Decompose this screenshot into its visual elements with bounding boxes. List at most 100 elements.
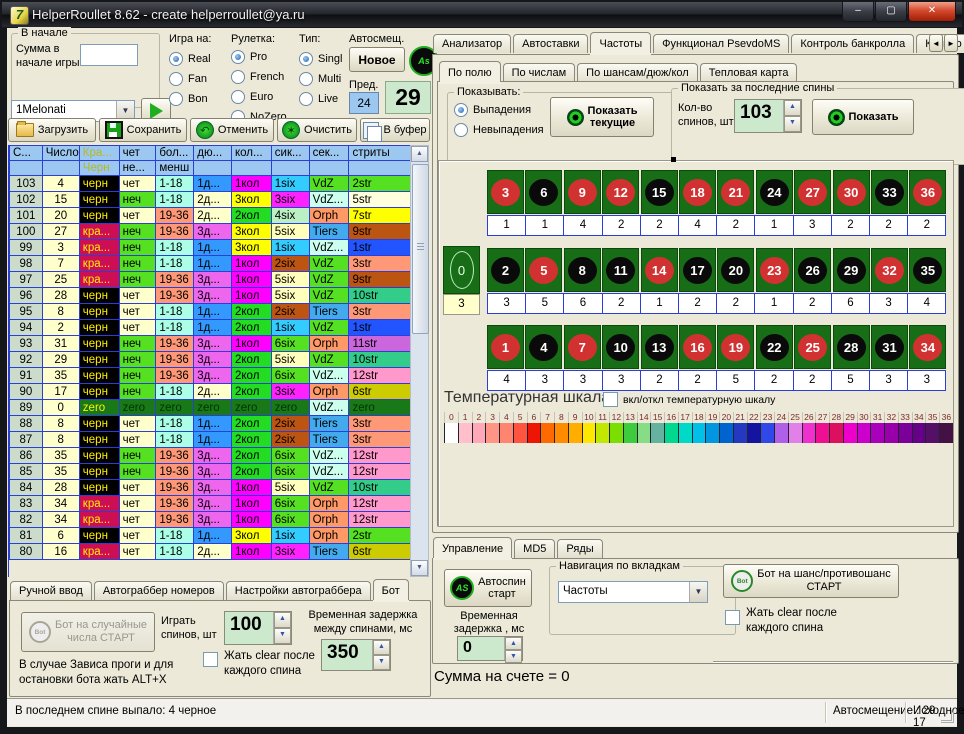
tab-анализатор[interactable]: Анализатор xyxy=(433,34,511,53)
title-bar[interactable]: 7 HelperRoullet 8.62 - create helperroul… xyxy=(2,2,962,27)
table-header[interactable]: Черн xyxy=(79,161,119,176)
spin-count-value[interactable]: 103 xyxy=(735,100,783,132)
tab-контроль-банкролла[interactable]: Контроль банкролла xyxy=(791,34,914,53)
subtab-по-полю[interactable]: По полю xyxy=(439,61,501,82)
resize-grip[interactable] xyxy=(941,710,954,723)
radio-icon[interactable] xyxy=(169,72,183,86)
tab-scroll-left-icon[interactable]: ◄ xyxy=(929,34,943,52)
copy-to-buffer-button[interactable]: В буфер xyxy=(360,118,430,142)
table-header[interactable] xyxy=(42,161,79,176)
type-multi[interactable]: Multi xyxy=(299,72,342,86)
stepper-down-icon[interactable]: ▼ xyxy=(373,655,390,670)
history-scrollbar[interactable]: ▲ ▼ xyxy=(410,145,429,577)
tab-ручной-ввод[interactable]: Ручной ввод xyxy=(10,581,92,600)
stepper-down-icon[interactable]: ▼ xyxy=(505,650,522,663)
close-button[interactable]: ✕ xyxy=(908,2,956,22)
type-singl[interactable]: Singl xyxy=(299,52,342,66)
subtab-по-числам[interactable]: По числам xyxy=(503,63,576,82)
tab-scroll-right-icon[interactable]: ► xyxy=(944,34,958,52)
checkbox-icon[interactable] xyxy=(603,392,618,407)
table-header[interactable] xyxy=(309,161,349,176)
scroll-up-icon[interactable]: ▲ xyxy=(411,146,428,162)
undo-button[interactable]: ↶Отменить xyxy=(190,118,274,142)
autospin-start-button[interactable]: AS Автоспин старт xyxy=(444,569,532,607)
clear-after-spin-toggle-left[interactable]: Жать clear после каждого спина xyxy=(203,649,315,679)
table-header[interactable]: С... xyxy=(10,146,43,161)
stepper-down-icon[interactable]: ▼ xyxy=(274,628,291,644)
table-header[interactable]: стриты xyxy=(349,146,411,161)
radio-icon[interactable] xyxy=(454,103,468,117)
stepper-up-icon[interactable]: ▲ xyxy=(505,637,522,650)
table-header[interactable]: сик... xyxy=(271,146,309,161)
subtab-по-шансам-дюж-кол[interactable]: По шансам/дюж/кол xyxy=(577,63,698,82)
table-header[interactable] xyxy=(194,161,232,176)
radio-icon[interactable] xyxy=(231,70,245,84)
tab-частоты[interactable]: Частоты xyxy=(590,32,651,53)
minimize-button[interactable]: – xyxy=(842,2,874,22)
spin-delay-stepper[interactable]: 350 ▲▼ xyxy=(321,639,391,671)
game-on-fan[interactable]: Fan xyxy=(169,72,211,86)
table-header[interactable]: сек... xyxy=(309,146,349,161)
radio-icon[interactable] xyxy=(454,123,468,137)
table-header[interactable] xyxy=(271,161,309,176)
table-header[interactable] xyxy=(10,161,43,176)
temp-scale-toggle[interactable]: вкл/откл температурную шкалу xyxy=(603,392,775,407)
table-header[interactable]: кол... xyxy=(232,146,272,161)
maximize-button[interactable]: ▢ xyxy=(875,2,907,22)
stepper-down-icon[interactable]: ▼ xyxy=(784,116,801,132)
spin-count-stepper[interactable]: 103 ▲▼ xyxy=(734,99,802,133)
scrollbar-thumb[interactable] xyxy=(412,164,429,334)
table-header[interactable]: дю... xyxy=(194,146,232,161)
radio-icon[interactable] xyxy=(299,72,313,86)
radio-icon[interactable] xyxy=(169,52,183,66)
table-header[interactable] xyxy=(232,161,272,176)
play-spins-value[interactable]: 100 xyxy=(225,612,273,644)
subtab-тепловая-карта[interactable]: Тепловая карта xyxy=(700,63,798,82)
delay-stepper[interactable]: 0 ▲▼ xyxy=(457,636,523,661)
tab-автоставки[interactable]: Автоставки xyxy=(513,34,588,53)
radio-icon[interactable] xyxy=(169,92,183,106)
radio-icon[interactable] xyxy=(299,52,313,66)
table-header[interactable]: не... xyxy=(119,161,156,176)
play-spins-stepper[interactable]: 100 ▲▼ xyxy=(224,611,292,645)
chance-bot-start-button[interactable]: Bot Бот на шанс/противошанс СТАРТ xyxy=(723,564,899,598)
stepper-up-icon[interactable]: ▲ xyxy=(373,640,390,655)
checkbox-icon[interactable] xyxy=(725,610,740,625)
scroll-down-icon[interactable]: ▼ xyxy=(411,560,428,576)
clear-after-spin-toggle-right[interactable]: Жать clear после каждого спина xyxy=(725,606,837,636)
tab-функционал-psevdoms[interactable]: Функционал PsevdoMS xyxy=(653,34,789,53)
table-header[interactable]: менш xyxy=(156,161,194,176)
roulette-french[interactable]: French xyxy=(231,70,287,84)
load-button[interactable]: Загрузить xyxy=(8,118,96,142)
random-bot-start-button[interactable]: Bot Бот на случайные числа СТАРТ xyxy=(21,612,155,652)
show-current-button[interactable]: Показать текущие xyxy=(550,97,654,137)
tab-автограббер-номеров[interactable]: Автограббер номеров xyxy=(94,581,224,600)
show-mode-выпадения[interactable]: Выпадения xyxy=(454,103,544,117)
roulette-euro[interactable]: Euro xyxy=(231,90,287,104)
chevron-down-icon[interactable]: ▼ xyxy=(689,582,707,602)
clear-button[interactable]: ✶Очистить xyxy=(277,118,357,142)
stepper-up-icon[interactable]: ▲ xyxy=(274,612,291,628)
stepper-up-icon[interactable]: ▲ xyxy=(784,100,801,116)
radio-icon[interactable] xyxy=(231,50,245,64)
table-header[interactable]: чет xyxy=(119,146,156,161)
checkbox-icon[interactable] xyxy=(203,652,218,667)
game-on-bon[interactable]: Bon xyxy=(169,92,211,106)
tab-ряды[interactable]: Ряды xyxy=(557,539,602,558)
radio-icon[interactable] xyxy=(231,90,245,104)
table-header[interactable] xyxy=(349,161,411,176)
table-header[interactable]: Кра... xyxy=(79,146,119,161)
show-mode-невыпадения[interactable]: Невыпадения xyxy=(454,123,544,137)
new-autoshift-button[interactable]: Новое xyxy=(349,47,405,72)
tab-navigation-combobox[interactable]: Частоты ▼ xyxy=(558,581,708,603)
tab-md5[interactable]: MD5 xyxy=(514,539,555,558)
tab-бот[interactable]: Бот xyxy=(373,579,409,600)
tab-настройки-автограббера[interactable]: Настройки автограббера xyxy=(226,581,371,600)
table-header[interactable]: бол... xyxy=(156,146,194,161)
tab-управление[interactable]: Управление xyxy=(433,537,512,558)
delay-value[interactable]: 0 xyxy=(458,637,504,660)
save-button[interactable]: Сохранить xyxy=(99,118,187,142)
table-header[interactable]: Число xyxy=(42,146,79,161)
roulette-pro[interactable]: Pro xyxy=(231,50,287,64)
radio-icon[interactable] xyxy=(299,92,313,106)
